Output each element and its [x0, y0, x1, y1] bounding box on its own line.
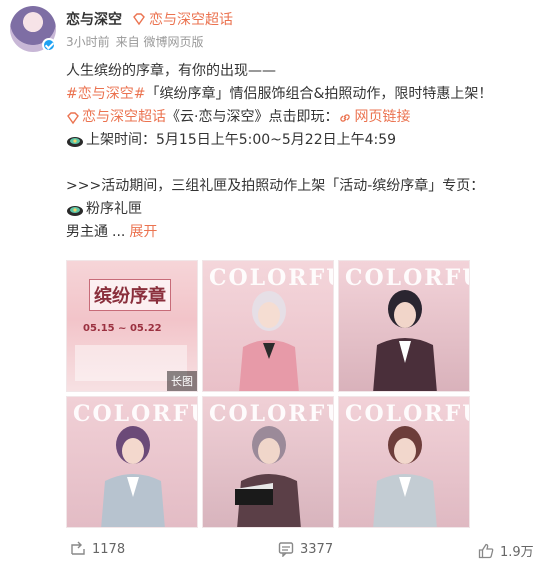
link-icon [340, 113, 351, 122]
content-line: >>>活动期间，三组礼匣及拍照动作上架「活动-缤纷序章」专页： [66, 175, 526, 198]
post-content: 人生缤纷的序章，有你的出现—— #恋与深空# 「缤纷序章」情侣服饰组合&拍照动作… [66, 60, 526, 244]
supertopic-label: 恋与深空超话 [149, 12, 233, 28]
character-figure [373, 426, 437, 527]
web-link-label: 网页链接 [354, 109, 411, 125]
supertopic-inline-label: 恋与深空超话 [82, 109, 166, 125]
diamond-icon [133, 13, 145, 26]
content-line: 恋与深空超话 《云·恋与深空》点击即玩： 网页链接 [66, 106, 526, 129]
emoji-icon [67, 205, 83, 216]
image-grid: 缤纷序章 05.15 ~ 05.22 长图 COLORFUL COLORFUL … [66, 260, 470, 528]
content-line: 人生缤纷的序章，有你的出现—— [66, 60, 526, 83]
hashtag-link[interactable]: #恋与深空# [66, 83, 145, 106]
ellipsis: ... [112, 224, 126, 240]
poster-date: 05.15 ~ 05.22 [83, 323, 162, 334]
comment-icon [278, 542, 294, 557]
image-thumb[interactable]: COLORFUL [338, 260, 470, 392]
expand-button[interactable]: 展开 [129, 221, 157, 244]
image-thumb[interactable]: COLORFUL [202, 396, 334, 528]
repost-count: 1178 [92, 541, 126, 557]
post-time[interactable]: 3小时前 [66, 33, 110, 50]
action-bar: 1178 3377 1.9万 [0, 535, 542, 565]
image-thumb[interactable]: COLORFUL [66, 396, 198, 528]
comment-count: 3377 [300, 541, 334, 557]
content-text: 「缤纷序章」情侣服饰组合&拍照动作，限时特惠上架！ [145, 86, 493, 102]
image-thumb[interactable]: COLORFUL [338, 396, 470, 528]
poster-title: 缤纷序章 [89, 279, 171, 311]
content-line: 上架时间：5月15日上午5:00~5月22日上午4:59 [66, 129, 526, 152]
like-button[interactable]: 1.9万 [478, 541, 534, 560]
repost-button[interactable]: 1178 [70, 541, 125, 557]
like-count: 1.9万 [500, 545, 534, 560]
character-figure [235, 426, 301, 527]
post-meta: 3小时前 来自 微博网页版 [66, 33, 203, 50]
content-text: >>>活动期间，三组礼匣及拍照动作上架「活动-缤纷序章」专页： [66, 178, 485, 194]
repost-icon [71, 541, 85, 555]
image-thumb[interactable]: COLORFUL [202, 260, 334, 392]
emoji-icon [67, 136, 83, 147]
character-figure [101, 426, 165, 527]
content-text: 男主通 [66, 224, 108, 240]
image-thumb[interactable]: 缤纷序章 05.15 ~ 05.22 长图 [66, 260, 198, 392]
post-source: 来自 微博网页版 [115, 35, 204, 49]
character-figure [239, 291, 299, 391]
content-line: 粉序礼匣 [66, 198, 526, 221]
content-text: 粉序礼匣 [86, 201, 142, 217]
content-line: #恋与深空# 「缤纷序章」情侣服饰组合&拍照动作，限时特惠上架！ [66, 83, 526, 106]
content-text: 《云·恋与深空》点击即玩： [166, 109, 339, 125]
long-image-badge: 长图 [167, 371, 197, 391]
web-link[interactable]: 网页链接 [338, 106, 410, 129]
like-icon [478, 543, 494, 558]
content-line: 男主通 ... 展开 [66, 221, 526, 244]
content-text: 人生缤纷的序章，有你的出现—— [66, 63, 276, 79]
diamond-icon [67, 111, 79, 124]
supertopic-inline-link[interactable]: 恋与深空超话 [66, 106, 166, 129]
content-text: 上架时间：5月15日上午5:00~5月22日上午4:59 [86, 132, 397, 148]
user-name[interactable]: 恋与深空 [66, 9, 122, 29]
character-figure [373, 290, 437, 391]
verified-badge-icon [42, 38, 56, 52]
supertopic-link[interactable]: 恋与深空超话 [132, 9, 233, 29]
comment-button[interactable]: 3377 [278, 541, 333, 557]
